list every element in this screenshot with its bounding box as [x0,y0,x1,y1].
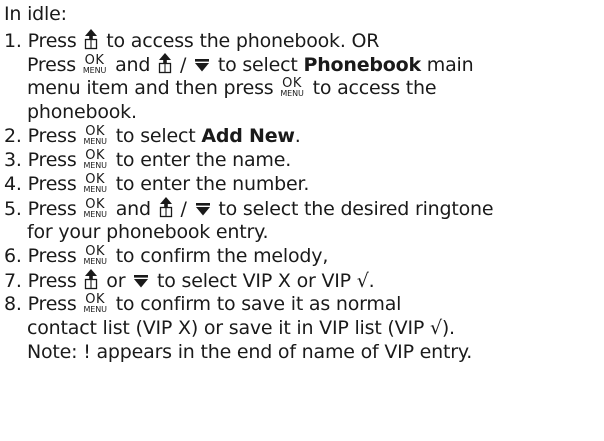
phonebook-up-icon [84,268,98,290]
step-number: 3. [4,149,22,171]
step-2: 2. Press OK MENU to select Add New. [4,124,301,147]
down-arrow-icon [195,202,211,216]
step-8-line-2: contact list (VIP X) or save it in VIP l… [27,317,455,339]
ok-menu-key-icon: OK MENU [83,124,107,146]
phonebook-up-icon [158,52,172,74]
step-1-line-2: Press OK MENU and / to select Phonebook m… [27,52,474,76]
step-5-line-1: 5. Press OK MENU and / to select the desi… [4,196,494,220]
step-3: 3. Press OK MENU to enter the name. [4,148,292,171]
step-1-line-1: 1. Press to access the phonebook. OR [4,28,380,52]
ok-menu-key-icon: OK MENU [83,244,107,266]
step-number: 1. [4,30,22,52]
ok-menu-key-icon: OK MENU [280,76,304,98]
phonebook-up-icon [84,28,98,50]
intro-text: In idle: [4,3,67,25]
step-number: 8. [4,293,22,315]
step-number: 4. [4,173,22,195]
step-5-line-2: for your phonebook entry. [27,221,269,243]
ok-menu-key-icon: OK MENU [83,148,107,170]
step-8-line-3: Note: ! appears in the end of name of VI… [27,341,473,363]
add-new-menu-item: Add New [201,125,295,147]
step-number: 5. [4,198,22,220]
step-1-line-4: phonebook. [27,101,137,123]
ok-menu-key-icon: OK MENU [83,197,107,219]
phonebook-up-icon [159,196,173,218]
step-6: 6. Press OK MENU to confirm the melody, [4,244,329,267]
ok-menu-key-icon: OK MENU [83,292,107,314]
phonebook-menu-item: Phonebook [303,54,421,76]
step-1-line-3: menu item and then press OK MENU to acces… [27,76,437,99]
down-arrow-icon [133,274,149,288]
step-4: 4. Press OK MENU to enter the number. [4,172,310,195]
step-8-line-1: 8. Press OK MENU to confirm to save it as… [4,292,402,315]
step-7: 7. Press or to select VIP X or VIP √. [4,268,375,292]
ok-menu-key-icon: OK MENU [82,53,107,75]
ok-menu-key-icon: OK MENU [83,172,107,194]
step-number: 6. [4,245,22,267]
down-arrow-icon [194,58,210,72]
step-number: 2. [4,125,22,147]
step-number: 7. [4,270,22,292]
